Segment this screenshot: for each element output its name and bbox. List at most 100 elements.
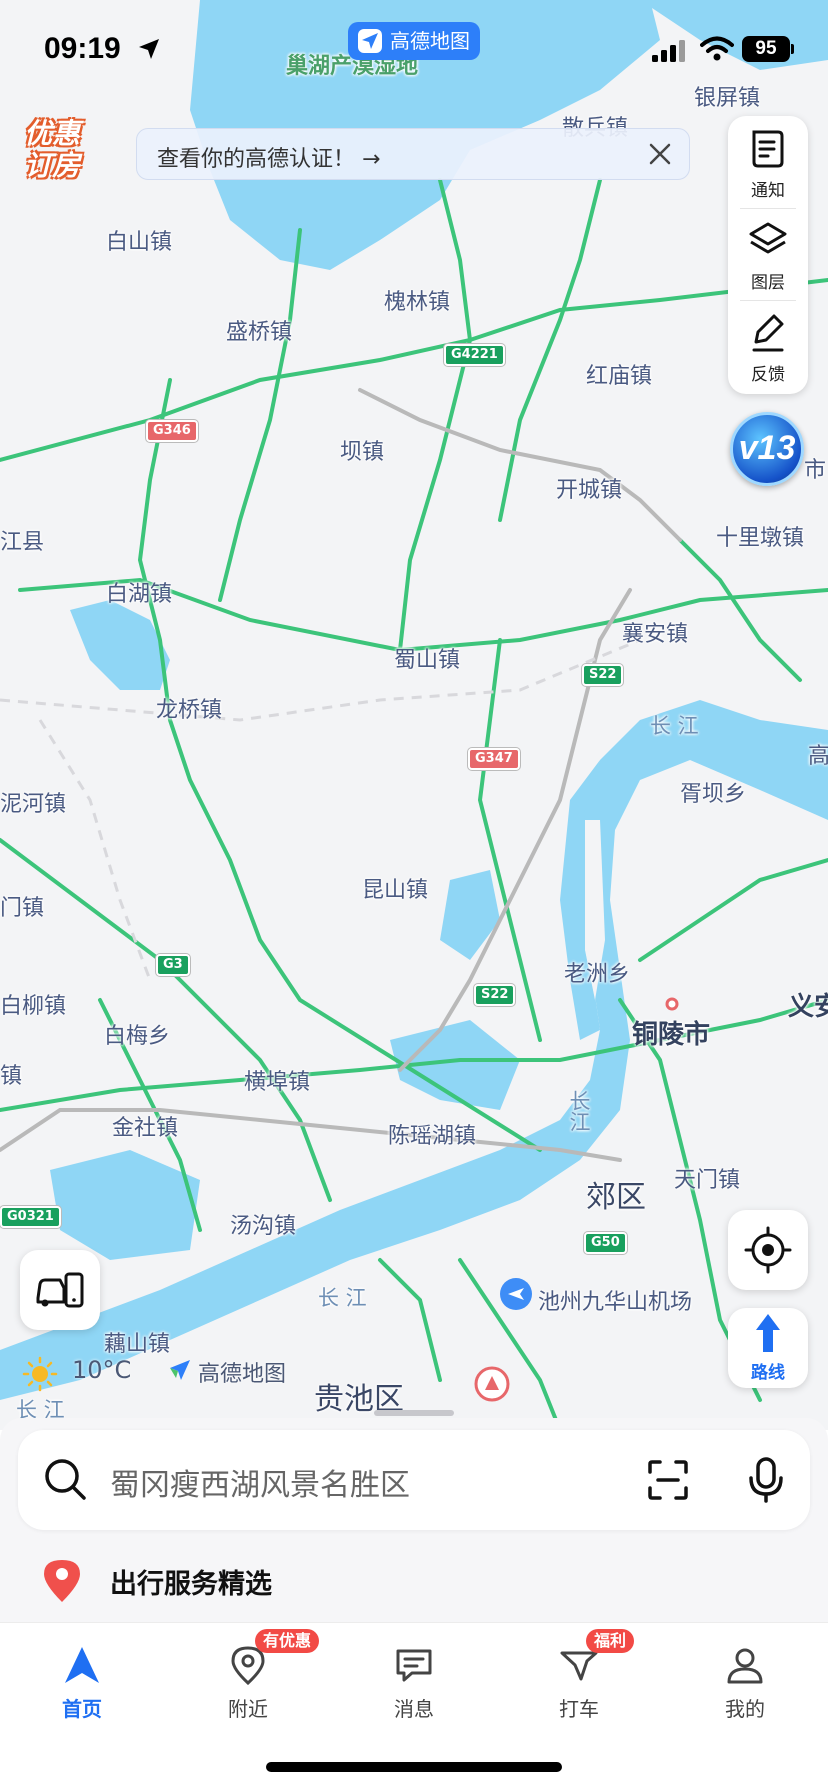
place-hengbu[interactable]: 横埠镇 bbox=[244, 1064, 310, 1096]
place-tianmen[interactable]: 天门镇 bbox=[674, 1162, 740, 1194]
place-xuba[interactable]: 胥坝乡 bbox=[680, 776, 746, 808]
promo-hotel-badge[interactable]: 优惠 订房 bbox=[24, 118, 96, 190]
cellular-signal-icon bbox=[652, 40, 685, 62]
tab-messages-label: 消息 bbox=[394, 1697, 434, 1721]
place-zhen[interactable]: 镇 bbox=[0, 1058, 22, 1090]
sheet-drag-handle[interactable] bbox=[374, 1410, 454, 1416]
promo-line-2: 订房 bbox=[24, 149, 81, 182]
shield-g3: G3 bbox=[156, 954, 190, 976]
route-label: 路线 bbox=[751, 1363, 785, 1383]
place-shilidun[interactable]: 十里墩镇 bbox=[716, 520, 804, 552]
amap-logo-icon bbox=[170, 1360, 190, 1380]
search-input[interactable]: 蜀冈瘦西湖风景名胜区 bbox=[110, 1460, 410, 1504]
place-gao[interactable]: 高 bbox=[808, 738, 828, 770]
place-nihe[interactable]: 泥河镇 bbox=[0, 786, 66, 818]
shield-g0321: G0321 bbox=[0, 1206, 61, 1228]
city-dot-tongling bbox=[665, 997, 679, 1011]
wifi-icon bbox=[700, 36, 734, 61]
place-kunshan[interactable]: 昆山镇 bbox=[362, 872, 428, 904]
place-jiangxian[interactable]: 江县 bbox=[0, 524, 44, 556]
edit-feedback-icon bbox=[752, 314, 784, 352]
notify-button[interactable]: 通知 bbox=[728, 116, 808, 206]
place-chenyaohu[interactable]: 陈瑶湖镇 bbox=[388, 1118, 476, 1150]
route-arrow-icon bbox=[756, 1314, 780, 1352]
place-kaicheng[interactable]: 开城镇 bbox=[556, 472, 622, 504]
search-bar[interactable]: 蜀冈瘦西湖风景名胜区 bbox=[18, 1430, 810, 1530]
shield-g346: G346 bbox=[146, 420, 198, 442]
place-changjiang-2[interactable]: 长江 bbox=[564, 1090, 594, 1132]
amap-logo-icon bbox=[358, 29, 382, 53]
shield-g347: G347 bbox=[468, 748, 520, 770]
map-view[interactable]: 巢湖产漠湿地 银屏镇 散兵镇 白山镇 槐林镇 盛桥镇 红庙镇 坝镇 开城镇 市 … bbox=[0, 0, 828, 1430]
car-phone-icon bbox=[36, 1272, 84, 1308]
layers-button[interactable]: 图层 bbox=[728, 208, 808, 298]
app-root: 巢湖产漠湿地 银屏镇 散兵镇 白山镇 槐林镇 盛桥镇 红庙镇 坝镇 开城镇 市 … bbox=[0, 0, 828, 1792]
place-changjiang-1[interactable]: 长 江 bbox=[650, 710, 699, 740]
place-baishan[interactable]: 白山镇 bbox=[106, 224, 172, 256]
promo-line-1: 优惠 bbox=[24, 117, 81, 150]
place-laozhou[interactable]: 老洲乡 bbox=[564, 956, 630, 988]
place-baihu[interactable]: 白湖镇 bbox=[106, 576, 172, 608]
layers-icon bbox=[749, 222, 787, 254]
place-jiaoqu[interactable]: 郊区 bbox=[586, 1172, 646, 1216]
car-mode-button[interactable] bbox=[20, 1250, 100, 1330]
place-ba[interactable]: 坝镇 bbox=[340, 434, 384, 466]
place-tanggou[interactable]: 汤沟镇 bbox=[230, 1208, 296, 1240]
map-canvas[interactable] bbox=[0, 0, 828, 1430]
tab-messages[interactable]: 消息 bbox=[359, 1637, 469, 1727]
place-huailin[interactable]: 槐林镇 bbox=[384, 284, 450, 316]
place-baimei[interactable]: 白梅乡 bbox=[104, 1018, 170, 1050]
place-tongling[interactable]: 铜陵市 bbox=[632, 1014, 710, 1051]
home-indicator[interactable] bbox=[266, 1762, 562, 1772]
tab-home-label: 首页 bbox=[62, 1697, 102, 1721]
close-icon[interactable] bbox=[647, 141, 673, 167]
place-yinping[interactable]: 银屏镇 bbox=[694, 80, 760, 112]
place-honghao[interactable]: 红庙镇 bbox=[586, 358, 652, 390]
scan-icon[interactable] bbox=[646, 1458, 690, 1502]
shield-s22-b: S22 bbox=[474, 984, 516, 1006]
certification-banner[interactable]: 查看你的高德认证！ → bbox=[136, 128, 690, 180]
place-oushan[interactable]: 藕山镇 bbox=[104, 1326, 170, 1358]
route-button[interactable]: 路线 bbox=[728, 1308, 808, 1388]
road-14 bbox=[218, 228, 302, 602]
place-airport[interactable]: 池州九华山机场 bbox=[538, 1284, 692, 1316]
place-changjiang-3[interactable]: 长 江 bbox=[318, 1282, 367, 1312]
tab-nearby-label: 附近 bbox=[228, 1697, 268, 1721]
tab-nearby[interactable]: 有优惠 附近 bbox=[193, 1629, 320, 1727]
location-arrow-icon bbox=[139, 39, 159, 59]
place-yian[interactable]: 义安 bbox=[788, 986, 828, 1023]
place-jinshe[interactable]: 金社镇 bbox=[112, 1110, 178, 1142]
home-nav-arrow-icon bbox=[65, 1647, 99, 1683]
place-shi[interactable]: 市 bbox=[804, 452, 826, 484]
crosshair-icon bbox=[744, 1226, 792, 1274]
tab-taxi-label: 打车 bbox=[559, 1697, 599, 1721]
layers-label: 图层 bbox=[751, 273, 785, 293]
tab-home[interactable]: 首页 bbox=[27, 1637, 137, 1727]
user-profile-icon bbox=[727, 1648, 763, 1684]
place-men[interactable]: 门镇 bbox=[0, 890, 44, 922]
weather-widget[interactable]: 10°C bbox=[22, 1354, 131, 1392]
level-badge[interactable]: v13 bbox=[730, 412, 804, 486]
search-icon bbox=[45, 1459, 86, 1500]
travel-services-section[interactable]: 出行服务精选 bbox=[40, 1556, 272, 1606]
locate-me-button[interactable] bbox=[728, 1210, 808, 1290]
place-shengqiao[interactable]: 盛桥镇 bbox=[226, 314, 292, 346]
place-longqiao[interactable]: 龙桥镇 bbox=[156, 692, 222, 724]
place-shushan[interactable]: 蜀山镇 bbox=[394, 642, 460, 674]
map-tools-panel: 通知 图层 反馈 bbox=[728, 116, 808, 394]
microphone-icon[interactable] bbox=[744, 1456, 788, 1504]
road-8 bbox=[678, 538, 802, 682]
tab-profile[interactable]: 我的 bbox=[690, 1637, 800, 1727]
shield-g4221: G4221 bbox=[444, 344, 505, 366]
map-logo-text: 高德地图 bbox=[198, 1362, 287, 1387]
feedback-button[interactable]: 反馈 bbox=[728, 300, 808, 390]
rail-1 bbox=[358, 388, 682, 542]
banner-text[interactable]: 查看你的高德认证！ → bbox=[157, 141, 380, 173]
sun-icon bbox=[22, 1356, 58, 1392]
place-bailiu[interactable]: 白柳镇 bbox=[0, 988, 66, 1020]
tab-taxi[interactable]: 福利 打车 bbox=[524, 1629, 635, 1727]
shield-s22-a: S22 bbox=[582, 664, 624, 686]
brand-pill[interactable]: 高德地图 bbox=[348, 22, 480, 60]
pond-kunshan bbox=[440, 870, 500, 960]
place-xiangan[interactable]: 襄安镇 bbox=[622, 616, 688, 648]
